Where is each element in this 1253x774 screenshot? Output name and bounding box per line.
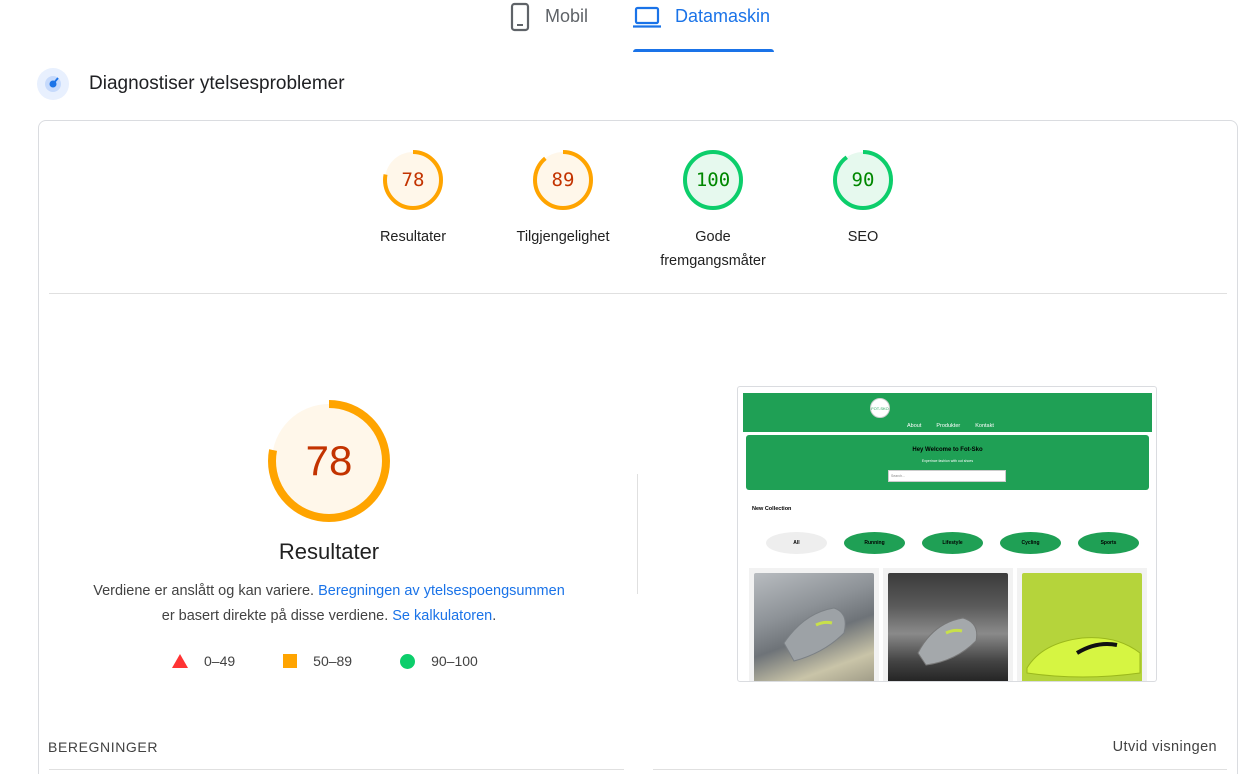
legend-range: 90–100 — [431, 653, 478, 669]
score-gauge-seo[interactable]: 90 SEO — [798, 149, 928, 249]
shoe-image — [754, 573, 874, 681]
preview-search-input: Search... — [888, 470, 1006, 482]
score-gauge-accessibility[interactable]: 89 Tilgjengelighet — [498, 149, 628, 249]
preview-categories: All Running Lifestyle Cycling Sports — [766, 532, 1139, 554]
preview-collection-title: New Collection — [752, 506, 792, 512]
legend-item-pass: 90–100 — [400, 653, 478, 669]
preview-category: Cycling — [1000, 532, 1061, 554]
legend-range: 50–89 — [313, 653, 353, 669]
score-value: 89 — [551, 169, 575, 191]
shoe-image — [888, 573, 1008, 681]
legend-item-fail: 0–49 — [172, 653, 235, 669]
section-header: Diagnostiser ytelsesproblemer — [37, 68, 345, 100]
description-text: Verdiene er anslått og kan variere. — [93, 583, 319, 599]
score-gauge-best-practices[interactable]: 100 Gode fremgangsmåter — [648, 149, 778, 273]
metrics-heading: BEREGNINGER — [48, 739, 159, 755]
preview-product-card — [883, 568, 1013, 681]
tab-mobile-label: Mobil — [545, 5, 589, 26]
shoe-image — [1022, 573, 1142, 681]
score-gauges: 78 Resultater 89 Tilgjengelighet 100 God… — [39, 149, 1237, 279]
gauge-icon — [37, 68, 69, 100]
preview-category: Sports — [1078, 532, 1139, 554]
preview-product-card — [749, 568, 879, 681]
main-score-gauge: 78 — [267, 399, 391, 523]
description-text: . — [492, 608, 497, 624]
score-description: Verdiene er anslått og kan variere. Bere… — [69, 579, 589, 629]
preview-products — [749, 568, 1147, 681]
description-text: er basert direkte på disse verdiene. — [161, 608, 393, 624]
divider — [49, 769, 624, 770]
preview-hero: Hey Welcome to Fot-Sko Experince fashion… — [746, 435, 1149, 490]
calculator-link[interactable]: Se kalkulatoren — [392, 608, 492, 624]
score-value: 90 — [851, 169, 875, 191]
square-icon — [283, 654, 298, 668]
score-label: Gode fremgangsmåter — [660, 229, 766, 269]
divider — [49, 293, 1227, 294]
preview-nav-links: About Produkter Kontakt — [907, 423, 994, 429]
score-value: 100 — [695, 169, 731, 191]
device-tabs: Mobil Datamaskin — [0, 0, 1253, 52]
preview-category: All — [766, 532, 827, 554]
preview-nav-link: About — [907, 423, 922, 429]
circle-icon — [400, 653, 416, 669]
vertical-divider — [637, 474, 638, 594]
laptop-icon — [633, 6, 661, 28]
section-title: Diagnostiser ytelsesproblemer — [89, 73, 345, 94]
phone-icon — [510, 2, 530, 32]
score-label: Tilgjengelighet — [516, 229, 610, 245]
preview-category: Lifestyle — [922, 532, 983, 554]
final-screenshot[interactable]: FOT-SKO About Produkter Kontakt Hey Welc… — [737, 386, 1157, 682]
score-legend: 0–49 50–89 90–100 — [172, 653, 526, 669]
score-gauge-performance[interactable]: 78 Resultater — [348, 149, 478, 249]
preview-hero-subtitle: Experince fashion with out shoes — [921, 459, 974, 463]
score-label: SEO — [847, 229, 879, 245]
divider — [653, 769, 1227, 770]
score-label: Resultater — [379, 229, 447, 245]
preview-nav-link: Produkter — [936, 423, 961, 429]
score-calc-link[interactable]: Beregningen av ytelsespoengsummen — [318, 583, 565, 599]
score-value: 78 — [401, 169, 425, 191]
preview-category: Running — [844, 532, 905, 554]
preview-product-card — [1017, 568, 1147, 681]
preview-logo: FOT-SKO — [870, 398, 890, 418]
preview-hero-title: Hey Welcome to Fot-Sko — [912, 447, 983, 453]
report-card: 78 Resultater 89 Tilgjengelighet 100 God… — [38, 120, 1238, 774]
tab-desktop-label: Datamaskin — [675, 5, 771, 26]
preview-navbar: FOT-SKO About Produkter Kontakt — [743, 393, 1152, 432]
legend-range: 0–49 — [204, 653, 236, 669]
tab-mobile[interactable]: Mobil — [509, 0, 588, 52]
legend-item-average: 50–89 — [283, 653, 352, 669]
expand-view-toggle[interactable]: Utvid visningen — [1113, 739, 1217, 755]
preview-nav-link: Kontakt — [975, 423, 994, 429]
tab-desktop[interactable]: Datamaskin — [633, 0, 775, 52]
main-score-title: Resultater — [278, 539, 380, 564]
active-tab-indicator — [633, 49, 775, 52]
main-score-value: 78 — [305, 437, 353, 484]
triangle-icon — [172, 654, 188, 668]
